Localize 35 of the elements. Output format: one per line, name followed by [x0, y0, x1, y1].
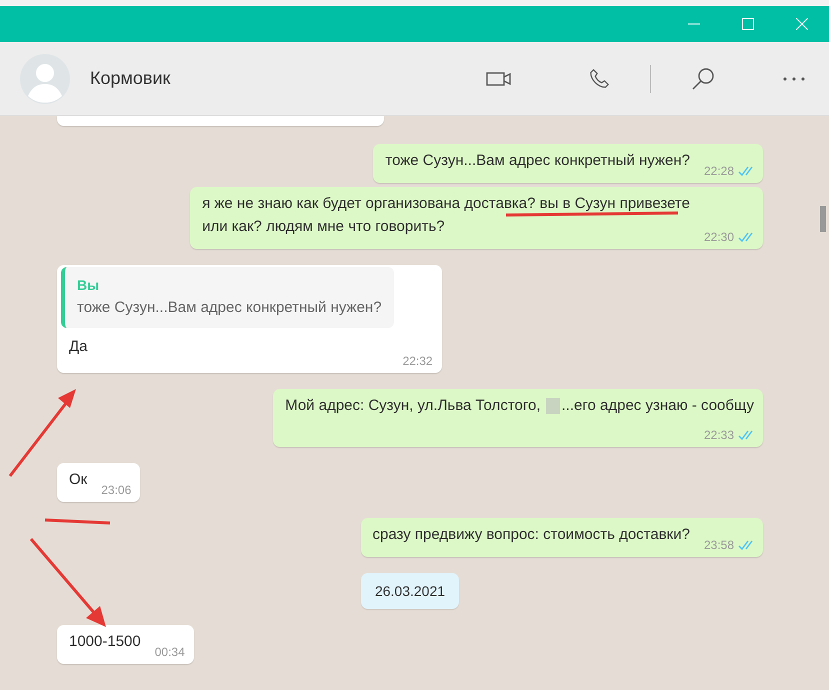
- message-time: 22:33: [704, 428, 734, 442]
- date-chip: 26.03.2021: [360, 573, 460, 609]
- quote-author: Вы: [77, 277, 100, 293]
- message-text: сразу предвижу вопрос: стоимость доставки?: [372, 525, 690, 545]
- message-text: Мой адрес: Сузун, ул.Льва Толстого,: [285, 396, 541, 416]
- message-text: Да: [69, 337, 89, 357]
- redaction-mark: [546, 398, 560, 414]
- message-time: 22:32: [402, 354, 433, 368]
- read-ticks-icon: [738, 540, 754, 550]
- read-ticks-icon: [738, 430, 754, 440]
- message-time: 00:34: [154, 645, 185, 659]
- message-text: тоже Сузун...Вам адрес конкретный нужен?: [385, 151, 690, 171]
- message-time: 22:30: [704, 230, 734, 244]
- quoted-message[interactable]: Вы тоже Сузун...Вам адрес конкретный нужен?: [61, 267, 394, 328]
- message-text: 1000-1500: [69, 632, 141, 652]
- message-text: или как? людям мне что говорить?: [202, 217, 446, 236]
- message-text: Ок: [69, 470, 88, 490]
- message-text: я же не знаю как будет организована доставка? вы в Сузун привезете: [202, 194, 690, 213]
- search-icon: [691, 66, 715, 90]
- line-annotation: [44, 518, 110, 524]
- video-camera-icon: [486, 70, 512, 86]
- close-icon: [796, 18, 808, 30]
- message-time: 23:58: [704, 538, 734, 552]
- avatar-icon[interactable]: [20, 54, 70, 104]
- more-icon: [783, 76, 805, 80]
- maximize-icon: [742, 18, 754, 30]
- phone-icon: [588, 68, 610, 90]
- scrollbar[interactable]: [820, 206, 826, 232]
- contact-name[interactable]: Кормовик: [90, 68, 462, 89]
- read-ticks-icon: [738, 166, 754, 176]
- message-text: ...его адрес узнаю - сообщу: [562, 396, 754, 416]
- quote-text: тоже Сузун...Вам адрес конкретный нужен?: [77, 299, 382, 316]
- message-time: 22:28: [704, 164, 734, 178]
- message-time: 23:06: [101, 483, 132, 497]
- read-ticks-icon: [738, 232, 754, 242]
